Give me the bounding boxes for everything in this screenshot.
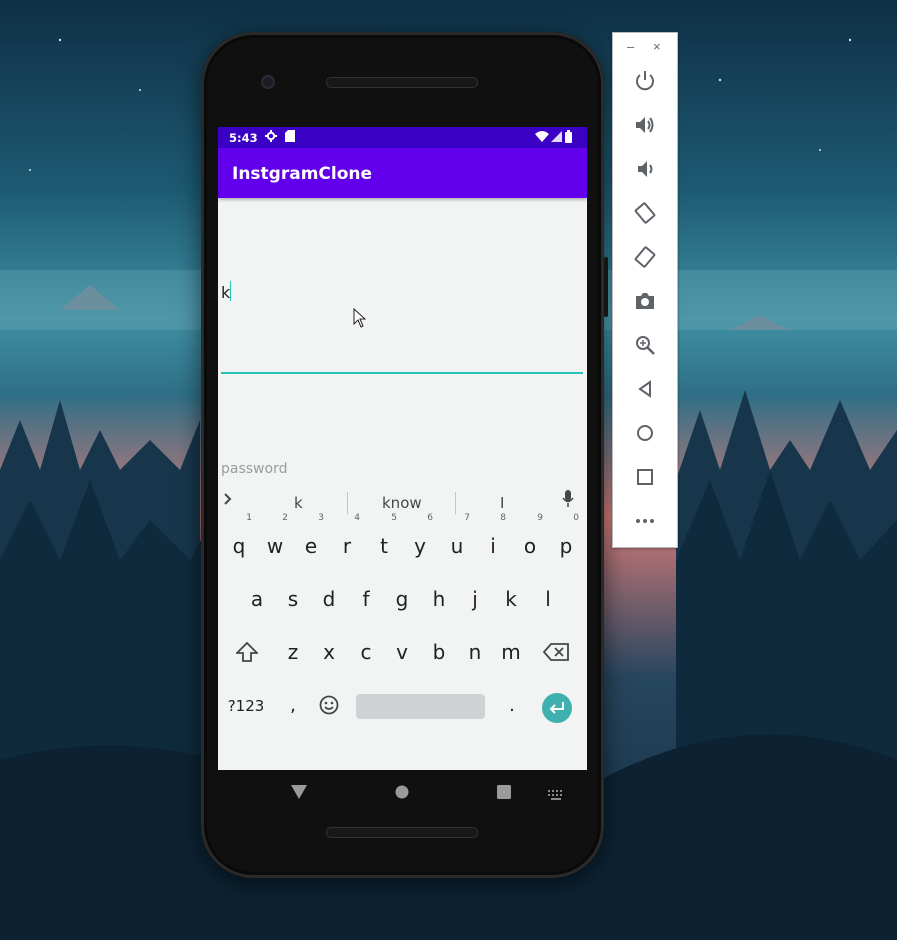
microphone-icon[interactable]: [562, 490, 574, 512]
battery-icon: [565, 130, 572, 146]
status-time: 5:43: [229, 131, 258, 145]
app-bar: InstgramClone: [218, 148, 587, 198]
key-h[interactable]: h: [424, 580, 454, 618]
overview-icon[interactable]: [633, 465, 657, 489]
period-key[interactable]: .: [497, 687, 527, 725]
key-e[interactable]: e3: [296, 513, 326, 565]
suggestion-3[interactable]: I: [500, 494, 504, 512]
close-button[interactable]: ×: [653, 39, 661, 54]
username-value: k: [221, 283, 231, 302]
suggestion-divider: [347, 492, 348, 514]
emulator-toolbar: – ×: [612, 32, 678, 548]
home-icon[interactable]: [633, 421, 657, 445]
key-b[interactable]: b: [424, 633, 454, 671]
settings-gear-icon: [265, 130, 277, 145]
key-x[interactable]: x: [314, 633, 344, 671]
more-icon[interactable]: [633, 509, 657, 533]
volume-up-icon[interactable]: [633, 113, 657, 137]
back-icon[interactable]: [633, 377, 657, 401]
power-icon[interactable]: [633, 69, 657, 93]
text-caret: [230, 281, 231, 301]
symbols-key[interactable]: ?123: [226, 687, 266, 725]
key-p[interactable]: p0: [551, 513, 581, 565]
screenshot-icon[interactable]: [633, 289, 657, 313]
status-bar: 5:43: [218, 127, 587, 148]
wifi-icon: [535, 131, 549, 145]
emoji-key[interactable]: [314, 687, 344, 725]
username-input[interactable]: k: [221, 276, 583, 374]
key-c[interactable]: c: [351, 633, 381, 671]
enter-key[interactable]: [542, 693, 572, 723]
bottom-speaker: [326, 827, 478, 838]
key-d[interactable]: d: [314, 580, 344, 618]
password-input[interactable]: password: [221, 461, 583, 481]
keyboard-switch-icon[interactable]: [548, 787, 564, 805]
key-a[interactable]: a: [242, 580, 272, 618]
key-q[interactable]: q1: [224, 513, 254, 565]
key-j[interactable]: j: [460, 580, 490, 618]
key-m[interactable]: m: [496, 633, 526, 671]
phone-screen: 5:43 InstgramClone k password k know I q…: [218, 127, 587, 770]
minimize-button[interactable]: –: [627, 39, 634, 54]
space-key[interactable]: [356, 694, 485, 719]
key-k[interactable]: k: [496, 580, 526, 618]
recents-icon[interactable]: [497, 785, 511, 804]
phone-frame: 5:43 InstgramClone k password k know I q…: [201, 32, 608, 878]
signal-icon: [551, 131, 562, 145]
key-v[interactable]: v: [387, 633, 417, 671]
key-f[interactable]: f: [351, 580, 381, 618]
rotate-right-icon[interactable]: [633, 245, 657, 269]
key-z[interactable]: z: [278, 633, 308, 671]
backspace-key[interactable]: [541, 633, 571, 671]
suggestion-strip: k know I: [218, 484, 587, 520]
key-o[interactable]: o9: [515, 513, 545, 565]
key-s[interactable]: s: [278, 580, 308, 618]
key-y[interactable]: y6: [405, 513, 435, 565]
navigation-bar: [218, 770, 587, 816]
top-speaker: [326, 77, 478, 88]
password-placeholder: password: [221, 461, 288, 477]
key-r[interactable]: r4: [332, 513, 362, 565]
sd-card-icon: [285, 130, 295, 145]
key-w[interactable]: w2: [260, 513, 290, 565]
key-n[interactable]: n: [460, 633, 490, 671]
shift-key[interactable]: [232, 633, 262, 671]
expand-suggestions-icon[interactable]: [223, 492, 233, 510]
mouse-pointer-icon: [353, 307, 367, 333]
back-icon[interactable]: [291, 785, 307, 804]
suggestion-1[interactable]: k: [294, 494, 303, 512]
suggestion-2[interactable]: know: [382, 494, 422, 512]
phone-power-button: [604, 257, 608, 317]
home-icon[interactable]: [395, 785, 409, 804]
front-camera: [261, 75, 275, 89]
key-u[interactable]: u7: [442, 513, 472, 565]
soft-keyboard: k know I q1 w2 e3 r4 t5 y6 u7 i8 o9 p0 a…: [218, 484, 587, 770]
zoom-icon[interactable]: [633, 333, 657, 357]
key-l[interactable]: l: [533, 580, 563, 618]
key-t[interactable]: t5: [369, 513, 399, 565]
login-form: k password: [218, 198, 587, 478]
comma-key[interactable]: ,: [278, 687, 308, 725]
volume-down-icon[interactable]: [633, 157, 657, 181]
suggestion-divider: [455, 492, 456, 514]
app-title: InstgramClone: [232, 164, 373, 184]
rotate-left-icon[interactable]: [633, 201, 657, 225]
key-i[interactable]: i8: [478, 513, 508, 565]
key-g[interactable]: g: [387, 580, 417, 618]
